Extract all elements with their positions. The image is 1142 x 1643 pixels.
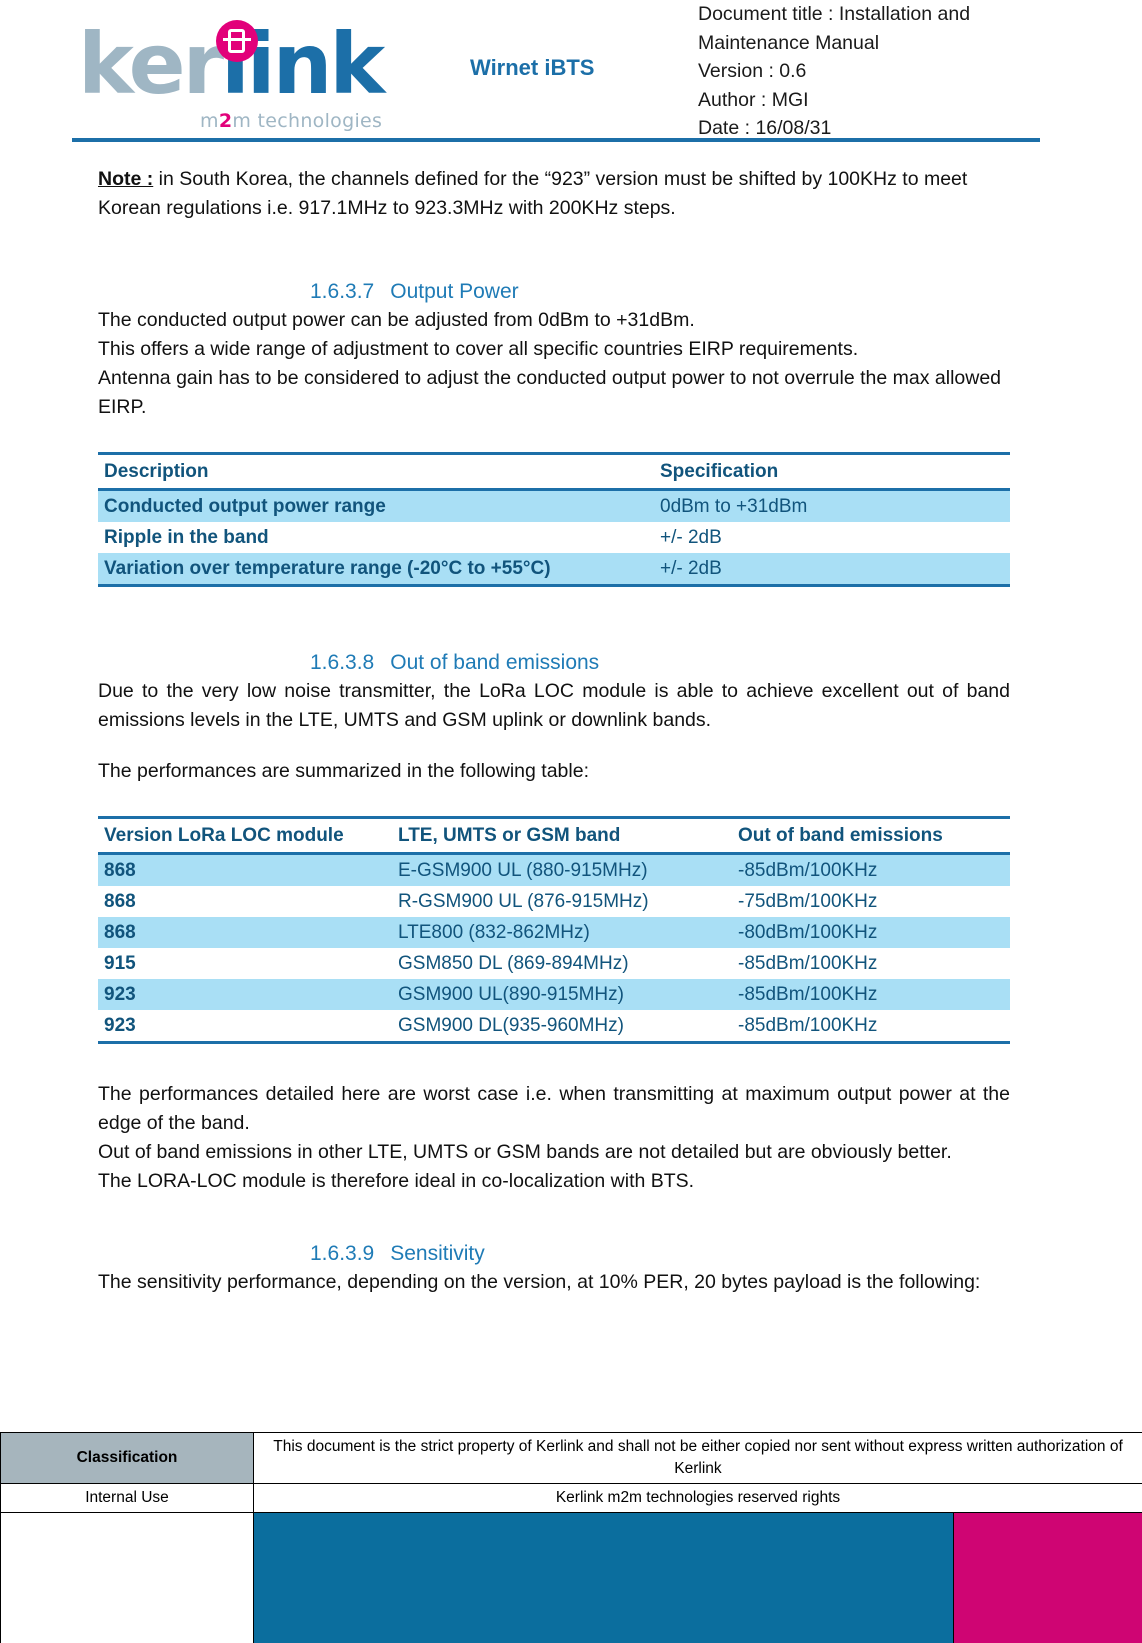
cell-emissions: -75dBm/100KHz (738, 891, 878, 912)
heading-output-power-number: 1.6.3.7 (310, 280, 375, 303)
table-row: 868 R-GSM900 UL (876-915MHz) -75dBm/100K… (98, 886, 1010, 917)
table-header-row: Version LoRa LOC module LTE, UMTS or GSM… (98, 816, 1010, 855)
cell-emissions: -85dBm/100KHz (732, 979, 1010, 1010)
cell-band: GSM850 DL (869-894MHz) (398, 953, 629, 974)
header-divider (72, 138, 1040, 142)
logo-text-ker: ker (78, 15, 224, 113)
table-row: Variation over temperature range (-20°C … (98, 553, 1010, 587)
cell-version: 868 (98, 853, 392, 886)
cell-version: 923 (98, 979, 392, 1010)
page-header: kerlink m2m technologies Wirnet iBTS Doc… (0, 0, 1142, 145)
table-header-row: Description Specification (98, 452, 1010, 491)
cell-version: 868 (104, 891, 136, 912)
cell-version: 915 (104, 953, 136, 974)
heading-output-power-title: Output Power (390, 280, 519, 303)
cell-band: R-GSM900 UL (876-915MHz) (398, 891, 649, 912)
cell-emissions: -85dBm/100KHz (732, 853, 1010, 886)
col-header-specification: Specification (654, 452, 1010, 491)
footer-address: Kerlink – 1 rue Jacqueline Auriol – 3523… (253, 1512, 954, 1643)
output-power-p1: The conducted output power can be adjust… (98, 309, 695, 331)
note-text: in South Korea, the channels defined for… (98, 168, 968, 219)
cell-description: Conducted output power range (98, 489, 654, 522)
cell-specification: 0dBm to +31dBm (654, 489, 1010, 522)
after-oob-p1: The performances detailed here are worst… (98, 1083, 1010, 1134)
footer-row-confidential: Confidential Kerlink – 1 rue Jacqueline … (0, 1512, 1142, 1643)
footer-property-notice: This document is the strict property of … (253, 1432, 1142, 1484)
cell-band: GSM900 DL(935-960MHz) (392, 1010, 732, 1044)
footer-level-confidential: Confidential (0, 1512, 254, 1643)
cell-version: 923 (98, 1010, 392, 1044)
footer-row-classification: Classification This document is the stri… (0, 1432, 1142, 1484)
heading-sensitivity: 1.6.3.9 Sensitivity (98, 1240, 1010, 1268)
cell-emissions: -80dBm/100KHz (732, 917, 1010, 948)
heading-sensitivity-number: 1.6.3.9 (310, 1242, 375, 1265)
oob-p2: The performances are summarized in the f… (98, 760, 589, 782)
heading-sensitivity-title: Sensitivity (390, 1242, 485, 1265)
table-row: Conducted output power range 0dBm to +31… (98, 489, 1010, 522)
heading-out-of-band: 1.6.3.8 Out of band emissions (98, 649, 1010, 677)
header-author: Author : MGI (698, 88, 809, 111)
logo-tagline-post: m technologies (232, 110, 383, 132)
footer-table: Classification This document is the stri… (0, 1432, 1142, 1643)
cell-specification: +/- 2dB (660, 527, 722, 548)
cell-description: Ripple in the band (104, 527, 269, 548)
cell-emissions: -85dBm/100KHz (738, 953, 878, 974)
page-footer: Classification This document is the stri… (0, 1432, 1142, 1643)
kerlink-logo: kerlink m2m technologies (78, 14, 398, 132)
heading-out-of-band-title: Out of band emissions (390, 651, 600, 674)
header-doc-title-line2: Maintenance Manual (698, 31, 880, 54)
output-power-p3: Antenna gain has to be considered to adj… (98, 367, 1002, 418)
footer-classification-label: Classification (0, 1432, 254, 1484)
footer-page-number: Page 50 / 167 (953, 1512, 1142, 1643)
heading-output-power: 1.6.3.7 Output Power (98, 278, 1010, 306)
header-version: Version : 0.6 (698, 60, 807, 82)
output-power-p2: This offers a wide range of adjustment t… (98, 338, 859, 360)
table-row: 923 GSM900 DL(935-960MHz) -85dBm/100KHz (98, 1010, 1010, 1044)
sensitivity-p1: The sensitivity performance, depending o… (98, 1271, 981, 1293)
header-product-name: Wirnet iBTS (470, 55, 595, 80)
cell-band: LTE800 (832-862MHz) (392, 917, 732, 948)
header-metadata: Document title : Installation and Mainte… (698, 0, 1028, 143)
logo-circle-icon (216, 20, 258, 62)
out-of-band-emissions-table: Version LoRa LOC module LTE, UMTS or GSM… (98, 816, 1010, 1044)
col-header-description: Description (98, 452, 654, 491)
footer-level-internal-use: Internal Use (0, 1483, 254, 1513)
cell-version: 868 (98, 917, 392, 948)
table-row: 923 GSM900 UL(890-915MHz) -85dBm/100KHz (98, 979, 1010, 1010)
col-header-emissions: Out of band emissions (732, 816, 1010, 855)
korea-note: Note : in South Korea, the channels defi… (98, 165, 1010, 223)
cell-emissions: -85dBm/100KHz (732, 1010, 1010, 1044)
footer-rights-notice: Kerlink m2m technologies reserved rights (253, 1483, 1142, 1513)
cell-band: E-GSM900 UL (880-915MHz) (392, 853, 732, 886)
cell-description: Variation over temperature range (-20°C … (98, 553, 654, 587)
header-doc-title-line1: Document title : Installation and (698, 3, 971, 25)
table-row: Ripple in the band +/- 2dB (98, 522, 1010, 553)
after-oob-p3: The LORA-LOC module is therefore ideal i… (98, 1170, 695, 1192)
col-header-band: LTE, UMTS or GSM band (392, 816, 732, 855)
footer-row-internal-use: Internal Use Kerlink m2m technologies re… (0, 1483, 1142, 1513)
logo-tagline-pre: m (200, 110, 219, 132)
heading-out-of-band-number: 1.6.3.8 (310, 651, 375, 674)
cell-band: GSM900 UL(890-915MHz) (392, 979, 732, 1010)
logo-tagline-mid: 2 (218, 110, 233, 132)
note-label: Note : (98, 168, 154, 190)
document-page: kerlink m2m technologies Wirnet iBTS Doc… (0, 0, 1142, 1643)
document-content: Note : in South Korea, the channels defi… (98, 165, 1010, 1297)
logo-tagline: m2m technologies (200, 110, 382, 132)
table-row: 915 GSM850 DL (869-894MHz) -85dBm/100KHz (98, 948, 1010, 979)
output-power-table: Description Specification Conducted outp… (98, 452, 1010, 587)
col-header-version: Version LoRa LOC module (98, 816, 392, 855)
table-row: 868 E-GSM900 UL (880-915MHz) -85dBm/100K… (98, 853, 1010, 886)
oob-p1: Due to the very low noise transmitter, t… (98, 680, 1010, 731)
table-row: 868 LTE800 (832-862MHz) -80dBm/100KHz (98, 917, 1010, 948)
after-oob-p2: Out of band emissions in other LTE, UMTS… (98, 1141, 952, 1163)
cell-specification: +/- 2dB (654, 553, 1010, 587)
